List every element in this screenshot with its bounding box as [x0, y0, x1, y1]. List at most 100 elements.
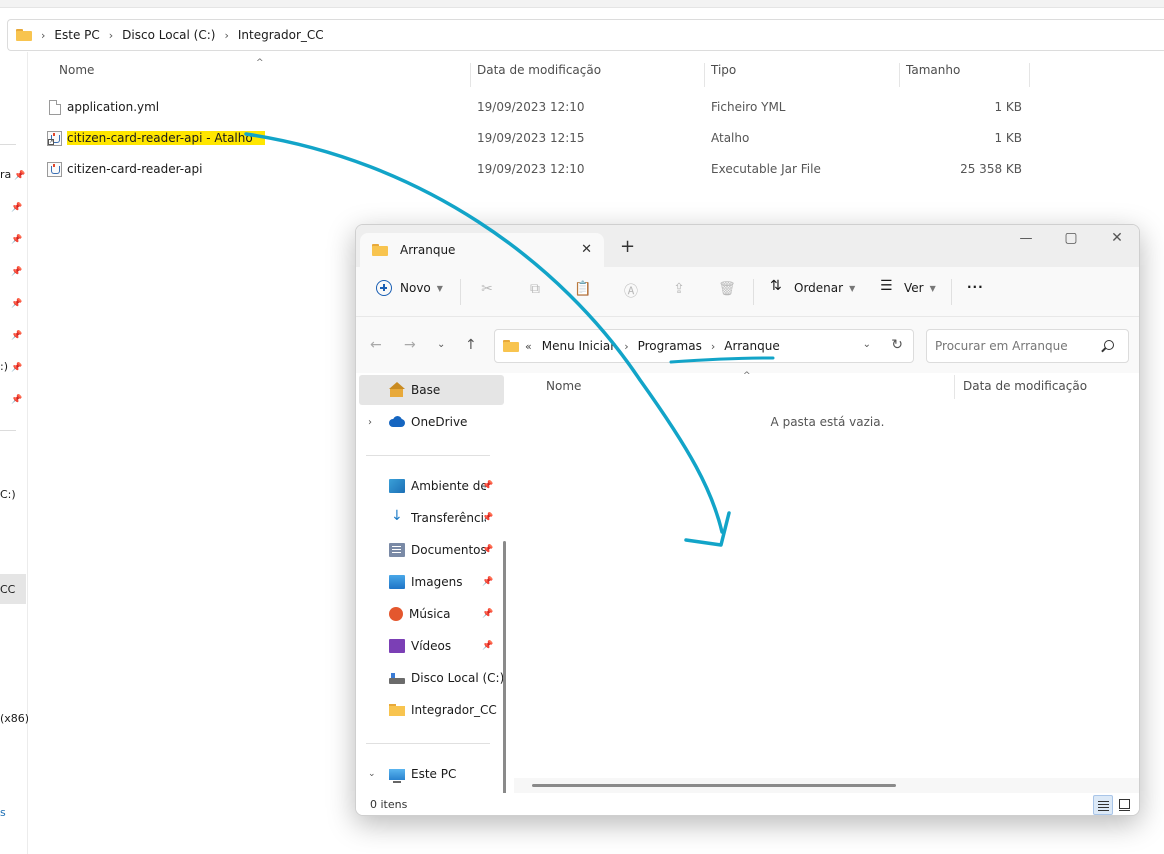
- breadcrumb-programas[interactable]: Programas: [638, 339, 702, 353]
- pin-icon: 📌: [11, 299, 23, 309]
- refresh-icon[interactable]: ↻: [891, 337, 903, 353]
- nav-item-integrador[interactable]: Integrador_CC: [359, 695, 504, 725]
- chevron-down-icon: ▼: [436, 283, 443, 293]
- sort-button[interactable]: ⇅ Ordenar ▼: [770, 278, 855, 296]
- column-divider[interactable]: [1029, 63, 1030, 87]
- column-header-name[interactable]: Nome: [546, 379, 581, 393]
- navigation-scrollbar[interactable]: [503, 541, 506, 815]
- sort-label: Ordenar: [794, 281, 844, 295]
- paste-icon[interactable]: 📋: [574, 281, 592, 299]
- column-header-date[interactable]: Data de modificação: [963, 379, 1087, 393]
- nav-label: Base: [411, 383, 441, 397]
- breadcrumb-menu-iniciar[interactable]: Menu Iniciar: [542, 339, 615, 353]
- pin-icon[interactable]: 📌: [482, 577, 493, 587]
- back-arrow-icon[interactable]: ←: [370, 337, 382, 353]
- column-divider[interactable]: [470, 63, 471, 87]
- horizontal-scrollbar[interactable]: [532, 784, 896, 787]
- tiles-view-icon: [1119, 799, 1130, 811]
- pin-icon[interactable]: 📌: [482, 609, 493, 619]
- new-button[interactable]: Novo ▼: [376, 280, 443, 296]
- delete-icon[interactable]: 🗑: [718, 281, 736, 299]
- title-bar[interactable]: Arranque ✕ + — ▢ ✕: [356, 225, 1139, 267]
- videos-icon: [389, 639, 405, 653]
- jar-icon: [47, 161, 62, 177]
- nav-fragment[interactable]: CC: [0, 583, 28, 596]
- tab-title: Arranque: [400, 243, 456, 257]
- column-header-type[interactable]: Tipo: [711, 63, 736, 87]
- computer-icon: [389, 768, 405, 783]
- address-bar[interactable]: « Menu Iniciar › Programas › Arranque ⌄ …: [494, 329, 914, 363]
- cut-icon[interactable]: ✂: [478, 281, 496, 299]
- more-options-button[interactable]: ···: [967, 280, 984, 294]
- tab-arranque[interactable]: Arranque ✕: [360, 233, 604, 267]
- pin-icon: 📌: [11, 267, 23, 277]
- copy-icon[interactable]: ⧉: [526, 281, 544, 299]
- search-icon: [1104, 340, 1114, 350]
- pin-icon[interactable]: 📌: [482, 481, 493, 491]
- file-size: 1 KB: [994, 100, 1022, 114]
- nav-label: Este PC: [411, 767, 457, 781]
- rename-icon[interactable]: Ⓐ: [622, 281, 640, 300]
- pin-icon: 📌: [11, 203, 23, 213]
- folder-content[interactable]: ^ Nome Data de modificação A pasta está …: [514, 371, 1139, 793]
- close-window-button[interactable]: ✕: [1107, 230, 1127, 246]
- column-header-size[interactable]: Tamanho: [906, 63, 960, 87]
- file-name: citizen-card-reader-api - Atalho: [67, 131, 265, 145]
- new-tab-button[interactable]: +: [620, 236, 635, 257]
- download-icon: [389, 508, 405, 525]
- pin-icon: 📌: [11, 235, 23, 245]
- nav-fragment[interactable]: C:): [0, 488, 28, 501]
- minimize-button[interactable]: —: [1016, 231, 1036, 246]
- column-divider[interactable]: [954, 375, 955, 399]
- breadcrumb-arranque[interactable]: Arranque: [724, 339, 779, 353]
- view-button[interactable]: ☰ Ver ▼: [880, 278, 936, 296]
- nav-item-este-pc[interactable]: Este PC: [359, 759, 504, 789]
- up-arrow-icon[interactable]: ↑: [465, 337, 477, 353]
- share-icon[interactable]: ⇪: [670, 281, 688, 299]
- chevron-down-icon[interactable]: ⌄: [863, 339, 871, 350]
- file-row[interactable]: ↗ citizen-card-reader-api - Atalho 19/09…: [40, 123, 1040, 153]
- navigation-bar: ← → ⌄ ↑ « Menu Iniciar › Programas › Arr…: [356, 317, 1139, 373]
- pin-icon: 📌: [11, 331, 23, 341]
- nav-fragment[interactable]: s: [0, 806, 28, 819]
- pin-icon[interactable]: 📌: [482, 545, 493, 555]
- column-divider[interactable]: [704, 63, 705, 87]
- breadcrumb-integrador[interactable]: Integrador_CC: [238, 28, 324, 42]
- chevron-right-icon: ›: [224, 28, 229, 42]
- details-view-button[interactable]: [1093, 795, 1113, 815]
- file-row[interactable]: application.yml 19/09/2023 12:10 Ficheir…: [40, 92, 1040, 122]
- shortcut-icon: ↗: [47, 130, 62, 146]
- sort-icon: ⇅: [770, 278, 782, 294]
- divider: [0, 144, 16, 145]
- breadcrumb-disco-local[interactable]: Disco Local (C:): [122, 28, 215, 42]
- file-row[interactable]: citizen-card-reader-api 19/09/2023 12:10…: [40, 154, 1040, 184]
- column-header-name[interactable]: Nome: [59, 63, 94, 87]
- pin-icon[interactable]: 📌: [482, 641, 493, 651]
- file-type: Atalho: [711, 131, 750, 145]
- nav-item-onedrive[interactable]: OneDrive: [359, 407, 504, 437]
- new-label: Novo: [400, 281, 431, 295]
- search-input[interactable]: [926, 329, 1129, 363]
- background-navigation-pane: ra 📌 📌 📌 📌 📌 📌 :) 📌 📌 C:) CC (x86) s: [0, 52, 28, 854]
- forward-arrow-icon[interactable]: →: [404, 337, 416, 353]
- breadcrumb-este-pc[interactable]: Este PC: [54, 28, 99, 42]
- folder-icon: [16, 29, 32, 41]
- nav-item-base[interactable]: Base: [359, 375, 504, 405]
- file-size: 1 KB: [994, 131, 1022, 145]
- nav-label: Música: [409, 607, 451, 621]
- maximize-button[interactable]: ▢: [1061, 230, 1081, 246]
- file-size: 25 358 KB: [960, 162, 1022, 176]
- plus-circle-icon: [376, 280, 392, 296]
- column-divider[interactable]: [899, 63, 900, 87]
- close-tab-icon[interactable]: ✕: [581, 242, 592, 257]
- background-address-bar[interactable]: › Este PC › Disco Local (C:) › Integrado…: [7, 19, 1164, 51]
- tiles-view-button[interactable]: [1115, 795, 1135, 815]
- file-date: 19/09/2023 12:10: [477, 162, 585, 176]
- recent-locations-chevron-icon[interactable]: ⌄: [437, 339, 445, 350]
- drive-icon: [389, 671, 405, 685]
- column-header-date[interactable]: Data de modificação: [477, 63, 601, 87]
- nav-fragment[interactable]: (x86): [0, 712, 28, 725]
- pin-icon[interactable]: 📌: [482, 513, 493, 523]
- overflow-chevron-icon[interactable]: «: [525, 340, 532, 353]
- nav-item-local-disk[interactable]: Disco Local (C:): [359, 663, 504, 693]
